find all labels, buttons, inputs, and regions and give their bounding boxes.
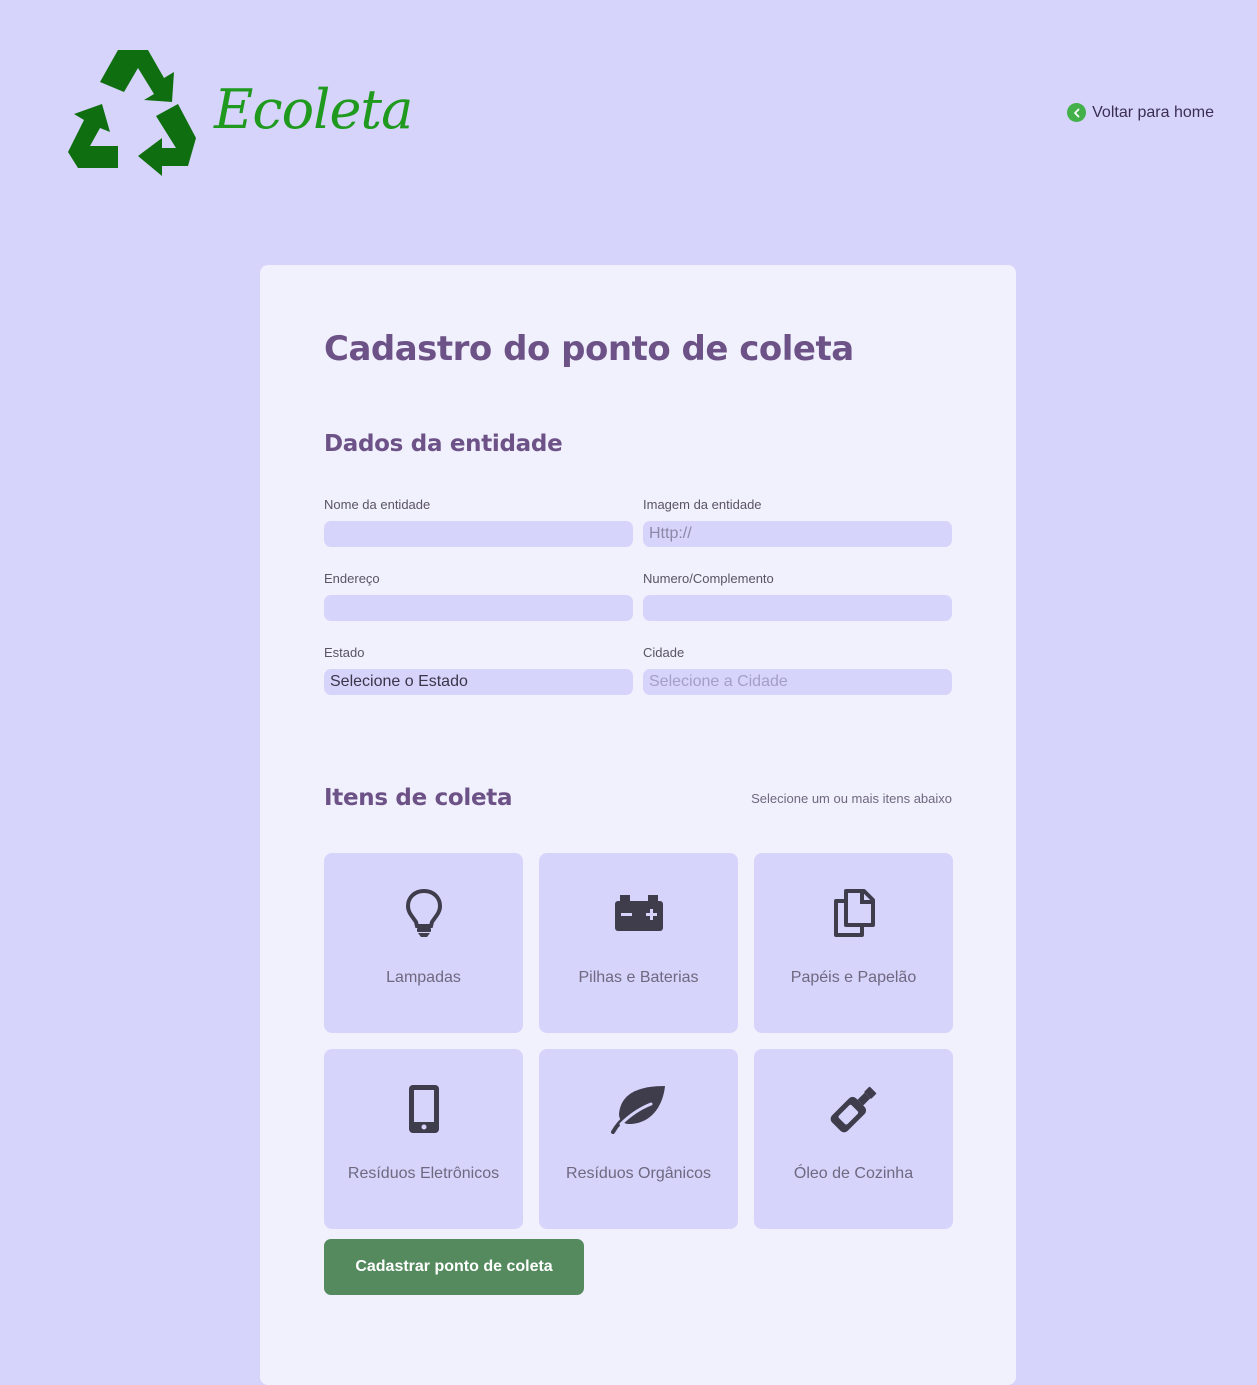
item-label: Pilhas e Baterias bbox=[578, 969, 699, 986]
item-eletronicos[interactable]: Resíduos Eletrônicos bbox=[324, 1049, 523, 1229]
item-label: Lampadas bbox=[386, 969, 461, 986]
entity-name-input[interactable] bbox=[324, 521, 633, 547]
entity-image-label: Imagem da entidade bbox=[643, 497, 762, 512]
city-field: Cidade Selecione a Cidade bbox=[643, 645, 952, 695]
back-home-label: Voltar para home bbox=[1092, 103, 1214, 121]
city-select[interactable]: Selecione a Cidade bbox=[643, 669, 952, 695]
address-input[interactable] bbox=[324, 595, 633, 621]
state-label: Estado bbox=[324, 645, 365, 660]
phone-icon bbox=[396, 1081, 452, 1137]
paper-icon bbox=[826, 885, 882, 941]
items-section-title: Itens de coleta bbox=[324, 785, 513, 811]
entity-fields: Nome da entidade Imagem da entidade Http… bbox=[324, 497, 952, 695]
oil-bottle-icon bbox=[826, 1081, 882, 1137]
entity-section-title: Dados da entidade bbox=[324, 431, 563, 457]
item-pilhas[interactable]: Pilhas e Baterias bbox=[539, 853, 738, 1033]
item-label: Resíduos Orgânicos bbox=[566, 1165, 711, 1182]
address-label: Endereço bbox=[324, 571, 380, 586]
entity-name-label: Nome da entidade bbox=[324, 497, 431, 512]
items-grid: Lampadas Pilhas e Baterias Papéis e Pape… bbox=[324, 853, 953, 1229]
item-papeis[interactable]: Papéis e Papelão bbox=[754, 853, 953, 1033]
page-header: Ecoleta Voltar para home bbox=[0, 0, 1257, 200]
entity-image-field: Imagem da entidade Http:// bbox=[643, 497, 952, 547]
items-header: Itens de coleta Selecione um ou mais ite… bbox=[324, 783, 952, 813]
item-label: Resíduos Eletrônicos bbox=[347, 1165, 500, 1182]
lightbulb-icon bbox=[396, 885, 452, 941]
page-title: Cadastro do ponto de coleta bbox=[324, 329, 854, 369]
item-organicos[interactable]: Resíduos Orgânicos bbox=[539, 1049, 738, 1229]
entity-name-field: Nome da entidade bbox=[324, 497, 633, 547]
city-label: Cidade bbox=[643, 645, 685, 660]
submit-button[interactable]: Cadastrar ponto de coleta bbox=[324, 1239, 584, 1295]
state-select[interactable]: Selecione o Estado bbox=[324, 669, 633, 695]
number-label: Numero/Complemento bbox=[643, 571, 774, 586]
address-field: Endereço bbox=[324, 571, 633, 621]
item-oleo[interactable]: Óleo de Cozinha bbox=[754, 1049, 953, 1229]
registration-card: Cadastro do ponto de coleta Dados da ent… bbox=[260, 265, 1016, 1385]
item-lampadas[interactable]: Lampadas bbox=[324, 853, 523, 1033]
items-hint: Selecione um ou mais itens abaixo bbox=[751, 790, 952, 806]
leaf-icon bbox=[610, 1081, 667, 1137]
number-field: Numero/Complemento bbox=[643, 571, 952, 621]
battery-icon bbox=[611, 885, 667, 941]
chevron-left-icon bbox=[1067, 103, 1087, 122]
item-label: Papéis e Papelão bbox=[790, 969, 917, 986]
state-field: Estado Selecione o Estado bbox=[324, 645, 633, 695]
recycle-icon bbox=[68, 50, 196, 176]
back-home-link[interactable]: Voltar para home bbox=[1067, 103, 1214, 122]
number-input[interactable] bbox=[643, 595, 952, 621]
brand-name: Ecoleta bbox=[214, 78, 413, 141]
entity-image-input[interactable]: Http:// bbox=[643, 521, 952, 547]
item-label: Óleo de Cozinha bbox=[793, 1165, 914, 1182]
